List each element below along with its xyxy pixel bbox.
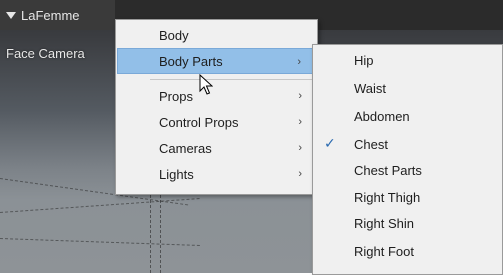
menu-item-label: Body bbox=[159, 27, 189, 43]
floor-grid-line bbox=[160, 195, 161, 273]
submenu-item-label: Right Thigh bbox=[354, 189, 421, 205]
floor-grid-line bbox=[0, 238, 200, 246]
submenu-item-label: Waist bbox=[354, 80, 387, 96]
submenu-item-right-shin[interactable]: Right Shin bbox=[314, 210, 501, 236]
camera-label[interactable]: Face Camera bbox=[6, 46, 85, 61]
menu-item-label: Cameras bbox=[159, 140, 212, 156]
chevron-right-icon: › bbox=[298, 90, 302, 102]
chevron-right-icon: › bbox=[297, 56, 301, 68]
figure-selector-dropdown[interactable]: LaFemme bbox=[0, 0, 115, 30]
chevron-right-icon: › bbox=[298, 116, 302, 128]
menu-item-label: Lights bbox=[159, 166, 194, 182]
chevron-right-icon: › bbox=[298, 142, 302, 154]
triangle-down-icon bbox=[6, 11, 16, 19]
submenu-item-label: Right Shin bbox=[354, 215, 414, 231]
submenu-item-abdomen[interactable]: Abdomen bbox=[314, 103, 501, 129]
menu-item-body[interactable]: Body bbox=[117, 22, 316, 48]
mouse-pointer-icon bbox=[199, 74, 213, 95]
submenu-item-label: Hip bbox=[354, 52, 374, 68]
submenu-item-label: Abdomen bbox=[354, 108, 410, 124]
menu-item-label: Props bbox=[159, 88, 193, 104]
floor-grid-line bbox=[0, 198, 200, 213]
submenu-item-waist[interactable]: Waist bbox=[314, 75, 501, 101]
submenu-item-right-foot[interactable]: Right Foot bbox=[314, 238, 501, 264]
menu-separator bbox=[150, 79, 312, 80]
submenu-item-right-thigh[interactable]: Right Thigh bbox=[314, 184, 501, 210]
submenu-item-label: Chest bbox=[354, 136, 388, 152]
menu-item-props[interactable]: Props › bbox=[117, 83, 316, 109]
chevron-right-icon: › bbox=[298, 168, 302, 180]
actor-menu: Body Body Parts › Props › Control Props … bbox=[115, 19, 318, 195]
submenu-item-chest-parts[interactable]: Chest Parts bbox=[314, 157, 501, 183]
checkmark-icon: ✓ bbox=[324, 135, 336, 151]
menu-item-control-props[interactable]: Control Props › bbox=[117, 109, 316, 135]
menu-item-lights[interactable]: Lights › bbox=[117, 161, 316, 187]
submenu-item-hip[interactable]: Hip bbox=[314, 47, 501, 73]
submenu-item-label: Chest Parts bbox=[354, 162, 422, 178]
menu-item-label: Control Props bbox=[159, 114, 239, 130]
submenu-item-label: Right Foot bbox=[354, 243, 414, 259]
menu-item-body-parts[interactable]: Body Parts › bbox=[117, 48, 316, 74]
menu-item-label: Body Parts bbox=[159, 53, 223, 69]
floor-grid-line bbox=[150, 190, 151, 273]
submenu-item-chest[interactable]: ✓ Chest bbox=[314, 131, 501, 157]
menu-item-cameras[interactable]: Cameras › bbox=[117, 135, 316, 161]
body-parts-submenu: Hip Waist Abdomen ✓ Chest Chest Parts Ri… bbox=[312, 44, 503, 275]
figure-name: LaFemme bbox=[21, 7, 80, 23]
